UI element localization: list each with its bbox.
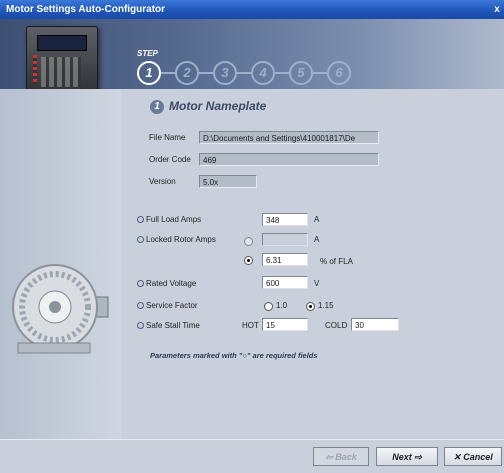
title-bar: Motor Settings Auto-Configurator x <box>0 0 504 19</box>
lra-unit: A <box>314 235 320 244</box>
section-heading: 1 Motor Nameplate <box>150 99 266 114</box>
section-number: 1 <box>150 99 164 114</box>
step-1: 1 <box>137 61 161 85</box>
file-name-field: D:\Documents and Settings\410001817\De <box>199 131 379 144</box>
footer-bar: ⇦ Back Next ⇨ ✕ Cancel <box>0 439 504 473</box>
sidebar-panel <box>0 89 122 439</box>
service-factor-label: Service Factor <box>137 301 198 310</box>
window-title: Motor Settings Auto-Configurator <box>6 4 166 15</box>
voltage-input[interactable]: 600 <box>262 276 308 289</box>
fla-input[interactable]: 348 <box>262 213 308 226</box>
step-3: 3 <box>213 61 237 85</box>
voltage-label: Rated Voltage <box>137 279 196 288</box>
step-6: 6 <box>327 61 351 85</box>
lra-fla-unit: % of FLA <box>320 257 353 266</box>
version-field: 5.0x <box>199 175 257 188</box>
sf-1-15-label: 1.15 <box>318 301 334 310</box>
order-code-label: Order Code <box>149 155 191 164</box>
cold-label: COLD <box>325 321 348 330</box>
step-2: 2 <box>175 61 199 85</box>
step-connector <box>275 72 289 74</box>
lra-fla-radio[interactable] <box>244 256 253 265</box>
step-label: STEP <box>137 49 158 58</box>
version-label: Version <box>149 177 176 186</box>
main-content: 1 Motor Nameplate File Name D:\Documents … <box>122 89 504 439</box>
cold-input[interactable]: 30 <box>351 318 399 331</box>
safe-stall-label: Safe Stall Time <box>137 321 200 330</box>
required-marker <box>137 236 144 244</box>
step-4: 4 <box>251 61 275 85</box>
close-icon[interactable]: x <box>492 0 502 19</box>
lra-fla-input[interactable]: 6.31 <box>262 253 308 266</box>
step-connector <box>161 72 175 74</box>
relay-device-image <box>26 26 98 96</box>
lra-label: Locked Rotor Amps <box>137 235 216 244</box>
back-button[interactable]: ⇦ Back <box>313 447 369 466</box>
required-marker <box>137 280 144 288</box>
file-name-label: File Name <box>149 133 186 142</box>
step-connector <box>313 72 327 74</box>
fla-label: Full Load Amps <box>137 215 201 224</box>
next-button[interactable]: Next ⇨ <box>376 447 438 466</box>
lra-amps-radio[interactable] <box>244 237 253 246</box>
step-connector <box>199 72 213 74</box>
cancel-button[interactable]: ✕ Cancel <box>444 447 502 466</box>
required-marker <box>137 322 144 330</box>
voltage-unit: V <box>314 279 320 288</box>
wizard-header: STEP 1 2 3 4 5 6 <box>0 19 504 96</box>
hot-input[interactable]: 15 <box>262 318 308 331</box>
step-5: 5 <box>289 61 313 85</box>
section-title: Motor Nameplate <box>169 99 267 113</box>
sf-1-0-label: 1.0 <box>276 301 288 310</box>
required-marker <box>137 302 144 310</box>
sf-1-0-radio[interactable] <box>264 302 273 311</box>
required-note: Parameters marked with "○" are required … <box>150 351 318 360</box>
order-code-field: 469 <box>199 153 379 166</box>
motor-image <box>12 264 109 354</box>
hot-label: HOT <box>242 321 259 330</box>
lra-amps-input[interactable] <box>262 233 308 246</box>
step-connector <box>237 72 251 74</box>
configurator-window: Motor Settings Auto-Configurator x STEP … <box>0 0 504 473</box>
required-marker <box>137 216 144 224</box>
sf-1-15-radio[interactable] <box>306 302 315 311</box>
fla-unit: A <box>314 215 320 224</box>
